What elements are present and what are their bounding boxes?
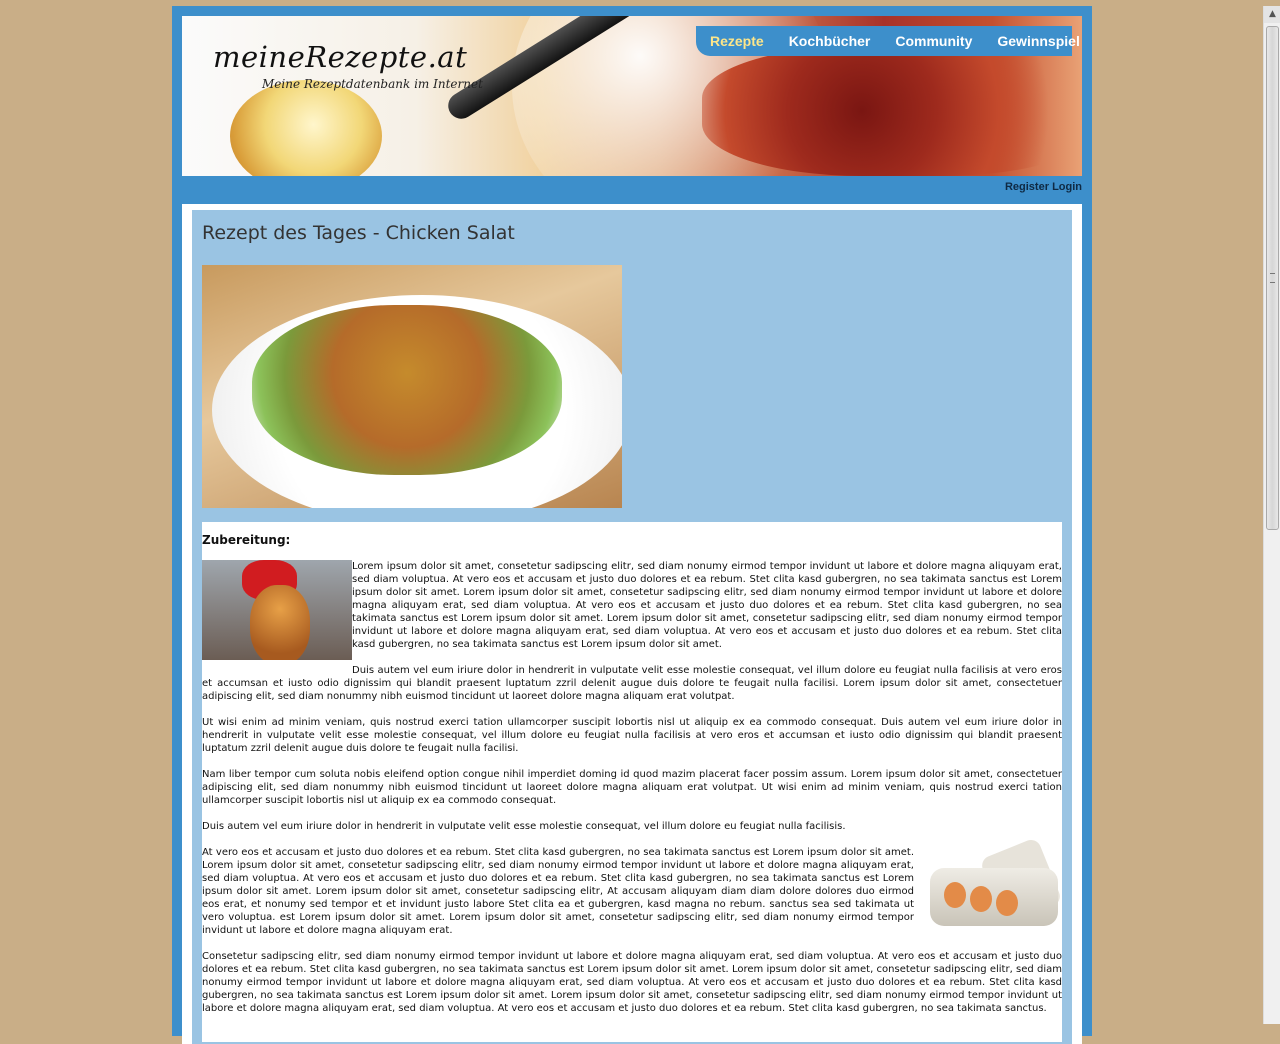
- scroll-up-arrow-icon[interactable]: ▲: [1264, 6, 1280, 23]
- paragraph-3: Ut wisi enim ad minim veniam, quis nostr…: [202, 717, 1062, 754]
- paragraph-4: Nam liber tempor cum soluta nobis eleife…: [202, 769, 1062, 806]
- egg: [944, 882, 966, 908]
- paragraph-7: Consetetur sadipscing elitr, sed diam no…: [202, 951, 1062, 1014]
- site-tagline: Meine Rezeptdatenbank im Internet: [262, 77, 483, 91]
- recipe-article: Zubereitung: Lorem ipsum dolor sit amet,…: [202, 522, 1063, 1042]
- nav-item-gewinnspiel[interactable]: Gewinnspiel: [997, 33, 1079, 49]
- page-frame: meineRezepte.at Meine Rezeptdatenbank im…: [172, 6, 1092, 1044]
- egg: [970, 886, 992, 912]
- egg-carton-image: [922, 836, 1063, 936]
- egg: [996, 890, 1018, 916]
- rooster-image: [202, 560, 352, 660]
- scrollbar-grip-icon: [1270, 273, 1275, 283]
- paragraph-2: Duis autem vel eum iriure dolor in hendr…: [202, 665, 1062, 702]
- article-body: Lorem ipsum dolor sit amet, consetetur s…: [202, 560, 1063, 1028]
- login-link[interactable]: Login: [1052, 181, 1082, 193]
- scrollbar-thumb[interactable]: [1266, 26, 1279, 530]
- recipe-title: Rezept des Tages - Chicken Salat: [202, 222, 515, 244]
- register-link[interactable]: Register: [1005, 181, 1049, 193]
- account-links: Register Login: [1005, 181, 1082, 193]
- rooster-head: [250, 585, 310, 660]
- preparation-heading: Zubereitung:: [202, 533, 291, 547]
- main-navigation: Rezepte Kochbücher Community Gewinnspiel: [696, 26, 1080, 56]
- main-content: Rezept des Tages - Chicken Salat Zuberei…: [182, 204, 1082, 1044]
- nav-item-community[interactable]: Community: [895, 33, 972, 49]
- nav-item-kochbuecher[interactable]: Kochbücher: [789, 33, 871, 49]
- site-header-banner: meineRezepte.at Meine Rezeptdatenbank im…: [182, 16, 1082, 176]
- site-logo[interactable]: meineRezepte.at: [213, 40, 467, 74]
- banner-onion-image: [230, 80, 382, 176]
- recipe-of-the-day: Rezept des Tages - Chicken Salat Zuberei…: [192, 210, 1072, 1044]
- chicken-salad-image: [202, 265, 622, 508]
- vertical-scrollbar[interactable]: ▲: [1263, 6, 1280, 1024]
- banner-meat-image: [702, 46, 1082, 176]
- paragraph-5: Duis autem vel eum iriure dolor in hendr…: [202, 821, 846, 832]
- salad-food: [252, 305, 562, 475]
- nav-item-rezepte[interactable]: Rezepte: [710, 33, 764, 49]
